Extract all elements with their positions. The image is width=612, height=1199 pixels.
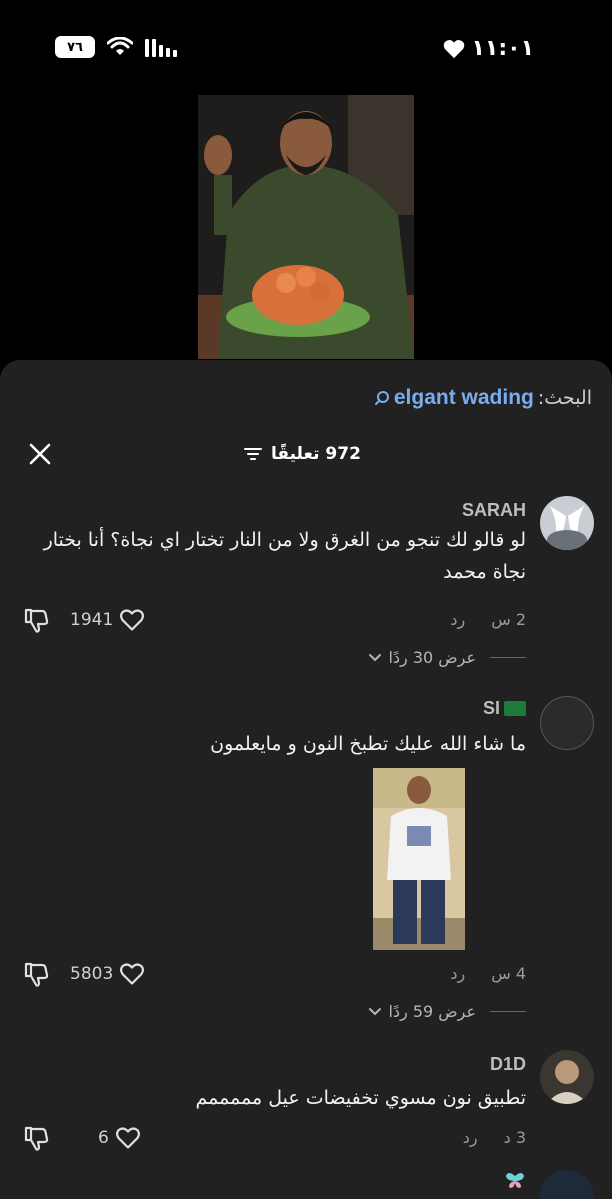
- like-control[interactable]: 1941: [70, 608, 145, 632]
- comments-sheet: البحث: elgant wading 972 تعليقًا SARAH ل…: [0, 360, 612, 1199]
- comment-actions: 6: [22, 1124, 141, 1152]
- comment-count[interactable]: 972 تعليقًا: [243, 440, 361, 468]
- wifi-icon: [107, 37, 133, 55]
- sort-filter-icon: [244, 448, 262, 460]
- comment-meta: 3 د رد: [463, 1128, 526, 1147]
- like-count: 5803: [70, 964, 114, 984]
- comment-text: ما شاء الله عليك تطبخ النون و مايعلمون: [210, 733, 526, 755]
- battery-indicator: ٧٦: [55, 36, 95, 58]
- view-replies-button[interactable]: عرض 59 ردًا: [368, 1002, 526, 1021]
- dislike-icon[interactable]: [22, 606, 50, 634]
- comment-image[interactable]: [373, 768, 465, 950]
- status-right: ١١:٠١: [443, 36, 534, 61]
- heart-icon: [120, 609, 145, 631]
- like-control[interactable]: 5803: [70, 962, 145, 986]
- comment-count-label: 972 تعليقًا: [271, 444, 361, 464]
- chevron-down-icon: [369, 1007, 382, 1015]
- like-control[interactable]: 6: [98, 1126, 141, 1150]
- comment-text: تطبيق نون مسوي تخفيضات عيل مممممم: [195, 1087, 526, 1109]
- like-count: 1941: [70, 610, 114, 630]
- avatar[interactable]: [540, 1170, 594, 1199]
- avatar[interactable]: [540, 1050, 594, 1104]
- comment-username[interactable]: SARAH: [462, 500, 526, 521]
- close-icon: [29, 443, 51, 465]
- avatar[interactable]: [540, 496, 594, 550]
- view-replies-button[interactable]: عرض 30 ردًا: [368, 648, 526, 667]
- status-bar: ٧٦ ١١:٠١: [0, 0, 612, 95]
- comments-header: 972 تعليقًا: [0, 438, 612, 470]
- search-label: البحث:: [537, 387, 592, 409]
- comment-username[interactable]: D1D: [490, 1054, 526, 1075]
- reply-button[interactable]: رد: [463, 1128, 478, 1147]
- comment-time: 2 س: [491, 610, 526, 629]
- heart-icon: [120, 963, 145, 985]
- comment-actions: 1941: [22, 606, 145, 634]
- reply-button[interactable]: رد: [450, 964, 465, 983]
- comment-item: SARAH لو قالو لك تنجو من الغرق ولا من ال…: [0, 494, 612, 674]
- comment-item-partial: [0, 1168, 612, 1199]
- comment-username[interactable]: SI: [483, 698, 526, 719]
- comment-meta: 2 س رد: [450, 610, 526, 629]
- comment-item: SI ما شاء الله عليك تطبخ النون و مايعلمو…: [0, 694, 612, 1034]
- butterfly-icon: [506, 1173, 524, 1188]
- status-left: ٧٦: [55, 36, 177, 58]
- clock: ١١:٠١: [471, 36, 534, 61]
- like-count: 6: [98, 1128, 109, 1148]
- dislike-icon[interactable]: [22, 960, 50, 988]
- view-replies-label: عرض 30 ردًا: [388, 648, 476, 667]
- comment-text: لو قالو لك تنجو من الغرق ولا من النار تخ…: [43, 529, 526, 583]
- view-replies-label: عرض 59 ردًا: [388, 1002, 476, 1021]
- search-suggestion[interactable]: البحث: elgant wading: [374, 384, 592, 412]
- chevron-down-icon: [369, 653, 382, 661]
- comment-time: 4 س: [491, 964, 526, 983]
- signal-icon: [145, 37, 177, 57]
- replies-divider: [490, 657, 526, 658]
- replies-divider: [490, 1011, 526, 1012]
- comment-actions: 5803: [22, 960, 145, 988]
- heart-status-icon: [444, 39, 465, 58]
- comment-meta: 4 س رد: [450, 964, 526, 983]
- avatar[interactable]: [540, 696, 594, 750]
- search-term-link[interactable]: elgant wading: [394, 386, 534, 410]
- search-icon: [374, 391, 389, 405]
- saudi-flag-icon: [504, 701, 526, 716]
- heart-icon: [115, 1127, 140, 1149]
- dislike-icon[interactable]: [22, 1124, 50, 1152]
- comment-time: 3 د: [503, 1128, 526, 1147]
- video-thumbnail[interactable]: [198, 95, 414, 359]
- comment-item: D1D تطبيق نون مسوي تخفيضات عيل مممممم 3 …: [0, 1050, 612, 1160]
- reply-button[interactable]: رد: [450, 610, 465, 629]
- close-button[interactable]: [26, 440, 54, 468]
